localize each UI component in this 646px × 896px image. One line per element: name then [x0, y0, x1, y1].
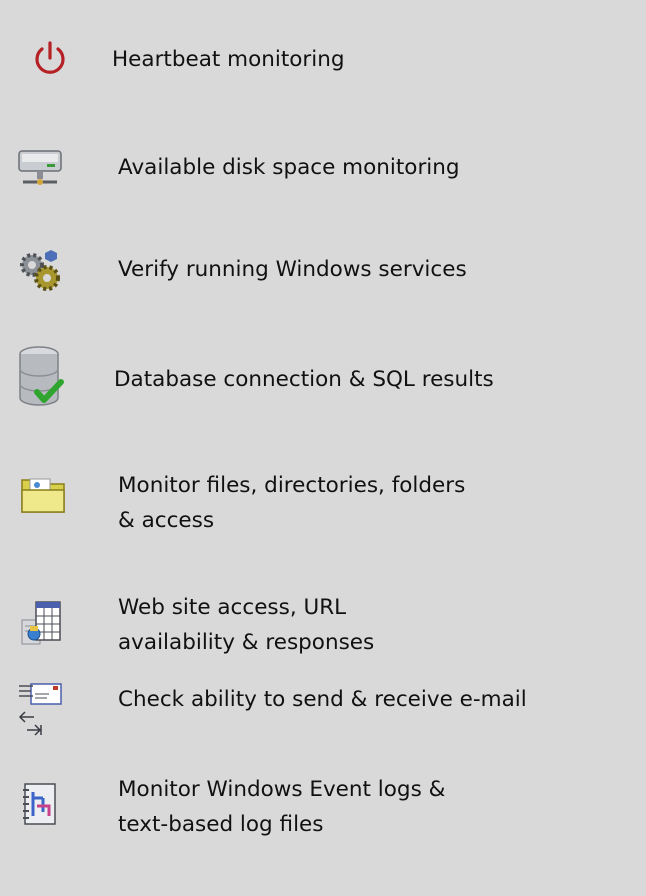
server-icon	[18, 150, 62, 185]
gears-icon	[20, 250, 60, 291]
database-check-icon	[19, 346, 64, 406]
log-file-icon	[23, 783, 56, 825]
email-icon	[18, 683, 62, 736]
feature-disk-space: Available disk space monitoring	[0, 148, 646, 193]
folder-icon	[21, 478, 65, 513]
feature-line: text-based log files	[118, 812, 324, 837]
feature-panel: Heartbeat monitoring Available disk spac…	[0, 0, 646, 896]
web-page-icon	[21, 601, 61, 645]
feature-files-text: Monitor files, directories, folders & ac…	[118, 468, 465, 538]
feature-line: & access	[118, 508, 215, 533]
feature-database: Database connection & SQL results	[0, 346, 646, 412]
feature-services-text: Verify running Windows services	[118, 252, 467, 287]
feature-line: Heartbeat monitoring	[112, 47, 345, 72]
feature-line: Monitor files, directories, folders	[118, 473, 466, 498]
feature-line: Database connection & SQL results	[114, 367, 494, 392]
feature-heartbeat: Heartbeat monitoring	[0, 40, 646, 80]
feature-web-site-text: Web site access, URL availability & resp…	[118, 590, 374, 660]
feature-line: Monitor Windows Event logs &	[118, 777, 446, 802]
feature-line: Available disk space monitoring	[118, 155, 460, 180]
feature-heartbeat-text: Heartbeat monitoring	[112, 42, 345, 77]
feature-line: availability & responses	[118, 630, 375, 655]
feature-services: Verify running Windows services	[0, 248, 646, 296]
feature-line: Verify running Windows services	[118, 257, 467, 282]
feature-database-text: Database connection & SQL results	[114, 362, 494, 397]
feature-event-logs: Monitor Windows Event logs & text-based …	[0, 770, 646, 845]
feature-line: Check ability to send & receive e-mail	[118, 687, 527, 712]
feature-event-logs-text: Monitor Windows Event logs & text-based …	[118, 772, 445, 842]
feature-disk-space-text: Available disk space monitoring	[118, 150, 460, 185]
feature-files: Monitor files, directories, folders & ac…	[0, 462, 646, 542]
feature-email-text: Check ability to send & receive e-mail	[118, 682, 527, 717]
feature-web-site: Web site access, URL availability & resp…	[0, 590, 646, 660]
feature-line: Web site access, URL	[118, 595, 347, 620]
feature-email: Check ability to send & receive e-mail	[0, 680, 646, 740]
power-icon	[35, 41, 65, 74]
